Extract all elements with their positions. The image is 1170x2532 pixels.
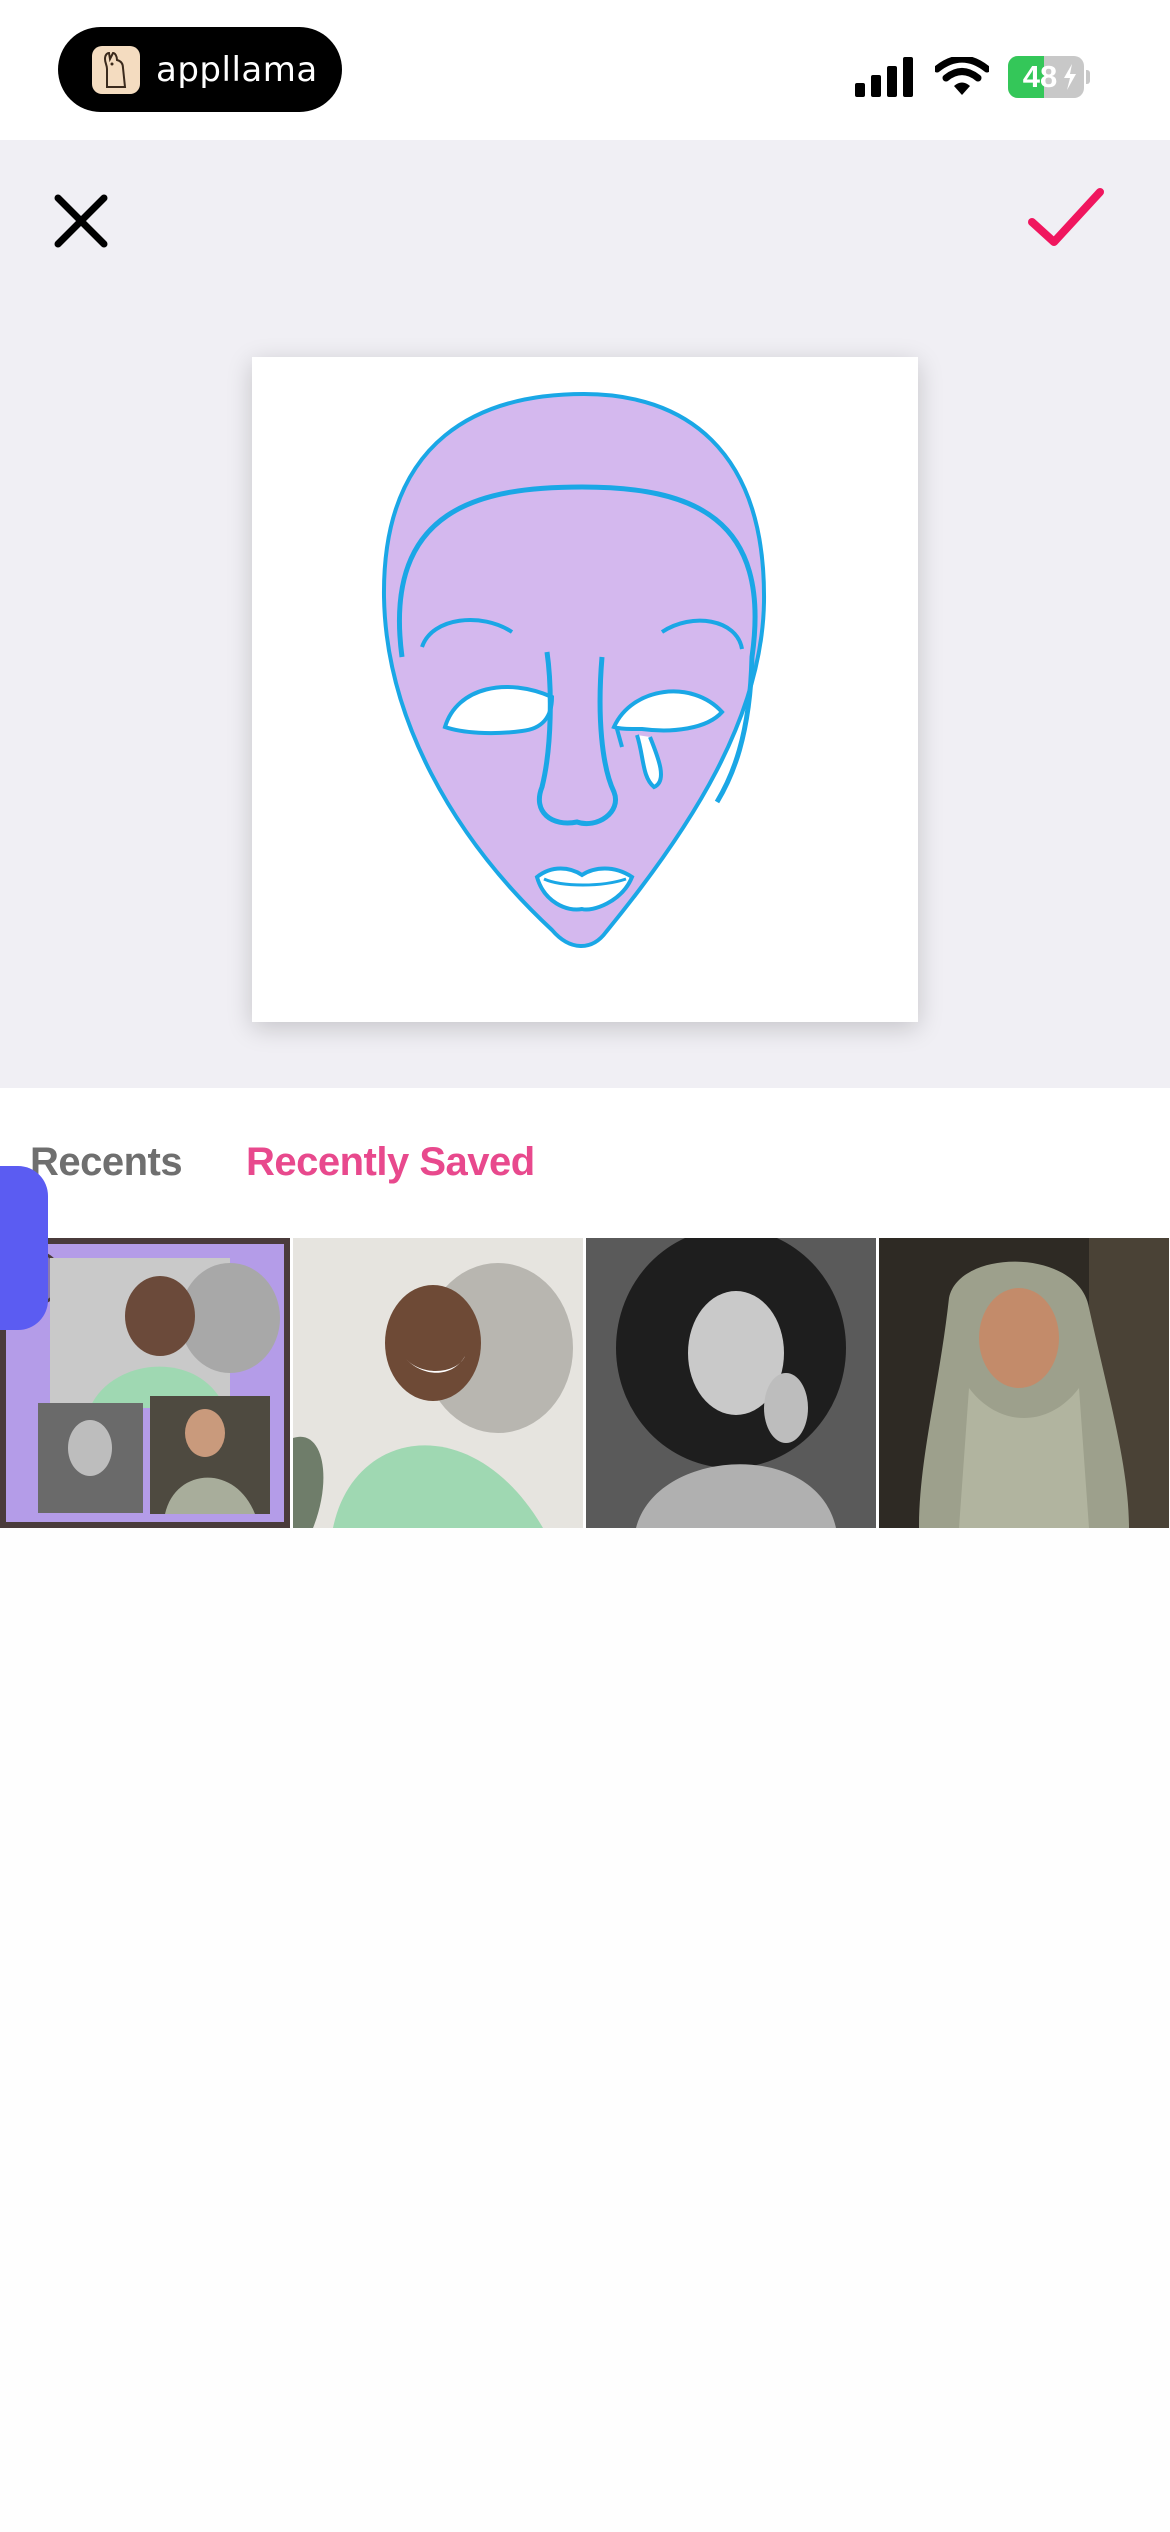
cellular-signal-icon xyxy=(855,57,913,97)
tab-recently-saved[interactable]: Recently Saved xyxy=(246,1140,535,1185)
hijab-woman-photo[interactable] xyxy=(879,1238,1169,1528)
app-name: appllama xyxy=(156,49,318,90)
close-icon xyxy=(54,194,108,248)
side-panel-handle[interactable] xyxy=(0,1166,48,1330)
empty-area xyxy=(0,1528,1170,2532)
image-canvas[interactable] xyxy=(252,357,918,1022)
app-pill[interactable]: appllama xyxy=(58,27,342,112)
llama-icon xyxy=(92,45,140,94)
photo-tabs: Recents Recently Saved xyxy=(0,1088,1170,1238)
status-bar: appllama 48 xyxy=(0,0,1170,140)
curly-hair-woman-photo[interactable] xyxy=(586,1238,876,1528)
battery-indicator: 48 xyxy=(1008,56,1090,98)
thumbnail-grid xyxy=(0,1238,1170,1528)
wifi-icon xyxy=(935,57,989,95)
mask-illustration xyxy=(381,391,767,948)
checkmark-icon xyxy=(1028,188,1104,246)
smiling-woman-photo[interactable] xyxy=(293,1238,583,1528)
close-button[interactable] xyxy=(50,190,112,252)
editor-area xyxy=(0,140,1170,1088)
tab-recents[interactable]: Recents xyxy=(30,1140,183,1185)
charging-bolt-icon xyxy=(1064,64,1076,90)
confirm-button[interactable] xyxy=(1026,184,1106,254)
